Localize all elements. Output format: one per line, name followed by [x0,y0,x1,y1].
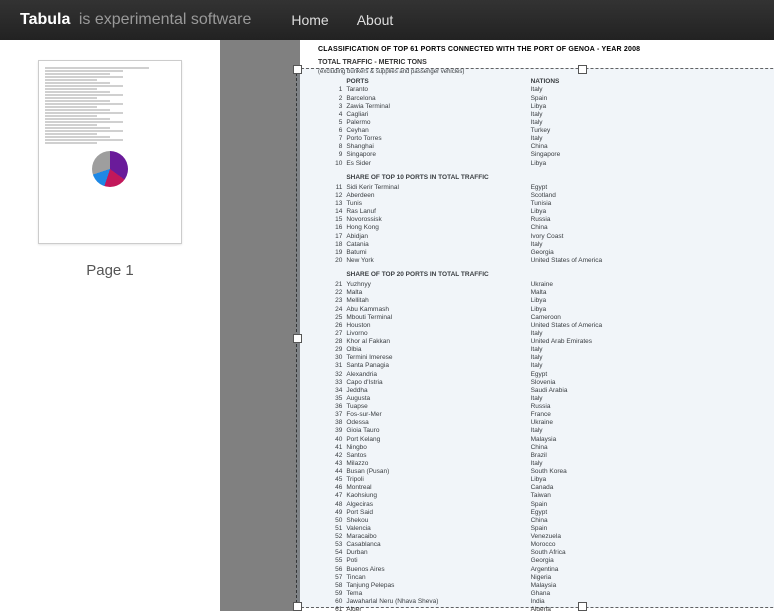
data-table: PORTS NATIONS TONS INC. % 1TarantoItaly3… [318,78,774,611]
table-row: 29OlbiaItaly475.0550,89 [318,346,774,354]
table-row: 47KaohsiungTaiwan270.7690,51 [318,492,774,500]
table-row: 50ShekouChina246.3350,46 [318,517,774,525]
table-row: 55PotiGeorgia192.3180,36 [318,557,774,565]
table-row: 28Khor al FakkanUnited Arab Emirates490.… [318,338,774,346]
brand[interactable]: Tabula is experimental software [20,11,251,29]
table-row: 8ShanghaiChina1.498.8822,81 [318,143,774,151]
table-row: 4CagliariItaly1.658.1523,11 [318,111,774,119]
table-row: 37Fos-sur-MerFrance395.9980,74 [318,411,774,419]
table-row: 25Mbouti TerminalCameroon546.8861,02 [318,314,774,322]
table-row: 35AugustaItaly407.9050,76 [318,395,774,403]
table-row: 54DurbanSouth Africa203.0140,38 [318,549,774,557]
table-row: 3Zawia TerminalLibya1.737.4283,26 [318,103,774,111]
table-row: 58Tanjung PelepasMalaysia186.1530,35 [318,582,774,590]
pdf-viewer[interactable]: CLASSIFICATION OF TOP 61 PORTS CONNECTED… [220,40,774,611]
table-row: 17AbidjanIvory Coast725.6231,36 [318,233,774,241]
table-row: 30Termini ImereseItaly440.8020,83 [318,354,774,362]
share-row: SHARE OF TOP 20 PORTS IN TOTAL TRAFFIC27… [318,265,774,281]
doc-subtitle: TOTAL TRAFFIC - METRIC TONS (excluding b… [318,59,774,77]
table-row: 21YuzhnyyUkraine605.8611,13 [318,281,774,289]
table-row: 38OdessaUkraine383.9520,72 [318,419,774,427]
table-row: 56Buenos AiresArgentina190.5810,36 [318,566,774,574]
table-row: 18CataniaItaly708.4981,33 [318,241,774,249]
table-row: 9SingaporeSingapore1.479.0942,77 [318,151,774,159]
table-row: 59TemaGhana183.8940,34 [318,590,774,598]
table-row: 26HoustonUnited States of America504.703… [318,322,774,330]
table-row: 57TincanNigeria187.7600,35 [318,574,774,582]
table-row: 45TripoliLibya298.6710,56 [318,476,774,484]
table-row: 23MellitahLibya556.0631,04 [318,297,774,305]
pdf-page[interactable]: CLASSIFICATION OF TOP 61 PORTS CONNECTED… [300,40,774,611]
table-row: 43MilazzoItaly343.6820,64 [318,460,774,468]
share-row: SHARE OF TOP 10 PORTS IN TOTAL TRAFFIC17… [318,168,774,184]
table-row: 7Porto TorresItaly1.552.5772,91 [318,135,774,143]
table-row: 61AlgerAlgeria180.0110,34 [318,606,774,611]
table-row: 20New YorkUnited States of America622.19… [318,257,774,265]
topbar: Tabula is experimental software Home Abo… [0,0,774,40]
nav-about[interactable]: About [357,12,394,28]
table-row: 33Capo d'IstriaSlovenia408.3940,77 [318,379,774,387]
table-row: 53CasablancaMorocco212.0360,40 [318,541,774,549]
table-row: 27LivornoItaly496.2370,93 [318,330,774,338]
nav: Home About [291,12,393,28]
table-row: 41NingboChina359.2280,67 [318,444,774,452]
pie-chart-icon [92,151,128,187]
table-row: 34JeddhaSaudi Arabia408.2960,76 [318,387,774,395]
table-row: 52MaracaiboVenezuela233.5730,44 [318,533,774,541]
table-row: 1TarantoItaly3.393.6496,36 [318,86,774,94]
table-row: 44Busan (Pusan)South Korea325.7940,61 [318,468,774,476]
table-row: 15NovorossiskRussia1.167.9962,19 [318,216,774,224]
page-thumbnail[interactable] [38,60,182,244]
table-row: 14Ras LanufLibya1.191.3452,23 [318,208,774,216]
table-row: 24Abu KammashLibya547.4921,03 [318,306,774,314]
table-row: 2BarcelonaSpain1.753.2633,28 [318,95,774,103]
table-row: 22MaltaMalta605.5391,13 [318,289,774,297]
table-row: 48AlgecirasSpain263.8240,49 [318,501,774,509]
table-row: 32AlexandriaEgypt410.4670,77 [318,371,774,379]
table-row: 46MontrealCanada289.4370,54 [318,484,774,492]
table-row: 49Port SaidEgypt251.3400,47 [318,509,774,517]
table-row: 16Hong KongChina809.4371,52 [318,224,774,232]
table-row: 60Jawaharlal Neru (Nhava Sheva)India181.… [318,598,774,606]
table-row: 13TunisTunisia1.259.9832,36 [318,200,774,208]
table-row: 19BatumiGeorgia649.8091,22 [318,249,774,257]
page-label: Page 1 [86,262,134,279]
sidebar: Page 1 [0,40,220,611]
table-row: 11Sidi Kerir TerminalEgypt1.429.9672,68 [318,184,774,192]
table-row: 39Gioia TauroItaly373.1910,70 [318,427,774,435]
table-row: 12AberdeenScotland1.324.1222,48 [318,192,774,200]
table-row: 36TuapseRussia398.2350,75 [318,403,774,411]
table-row: 42SantosBrazil349.5170,65 [318,452,774,460]
table-row: 51ValenciaSpain245.9480,46 [318,525,774,533]
table-row: 10Es SiderLibya1.433.9352,69 [318,160,774,168]
table-row: 6CeyhanTurkey1.555.4542,91 [318,127,774,135]
table-row: 31Santa PanagiaItaly436.0890,82 [318,362,774,370]
nav-home[interactable]: Home [291,12,328,28]
table-row: 40Port KelangMalaysia359.9720,67 [318,436,774,444]
table-row: 5PalermoItaly1.563.9942,93 [318,119,774,127]
doc-title: CLASSIFICATION OF TOP 61 PORTS CONNECTED… [318,46,774,55]
